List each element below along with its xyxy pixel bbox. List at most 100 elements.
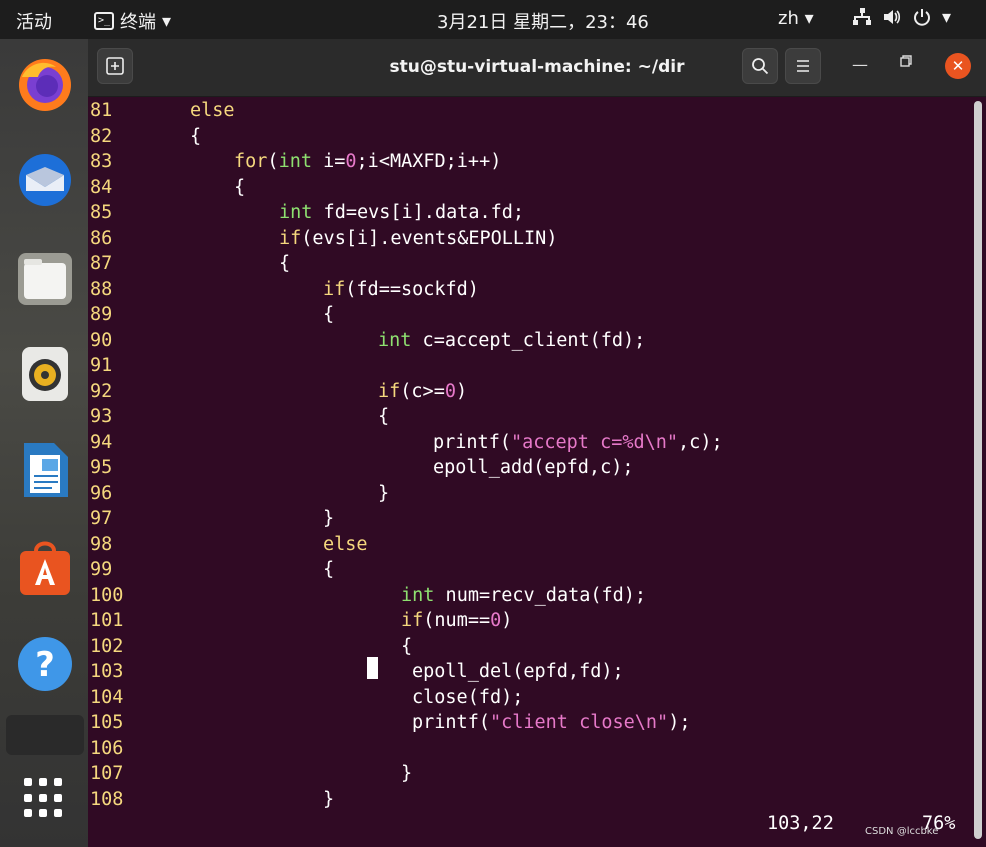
line-number: 87 [90, 253, 113, 274]
terminal-window: stu@stu-virtual-machine: ~/dir — ✕ 81 els… [88, 39, 986, 847]
files-icon[interactable] [16, 249, 74, 307]
line-number: 84 [90, 176, 113, 198]
system-tray[interactable]: ▾ [852, 7, 951, 32]
code-line: 101 if(num==0) [88, 608, 968, 634]
help-icon[interactable]: ? [16, 635, 74, 693]
code-text: if(fd==sockfd) [323, 278, 479, 300]
minimize-button[interactable]: — [852, 55, 868, 74]
code-line: 83 for(int i=0;i<MAXFD;i++) [88, 149, 968, 175]
dock: ? [0, 39, 88, 847]
code-text: for(int i=0;i<MAXFD;i++) [234, 151, 502, 172]
code-line: 99 { [88, 557, 968, 583]
app-menu-label: 终端 [120, 12, 156, 33]
code-line: 92 if(c>=0) [88, 379, 968, 405]
line-number: 100 [90, 584, 124, 606]
code-text: { [323, 559, 335, 580]
code-line: 97} [88, 506, 968, 532]
code-line: 85 int fd=evs[i].data.fd; [88, 200, 968, 226]
line-number: 108 [90, 788, 124, 810]
line-number: 89 [90, 304, 113, 325]
line-number: 104 [90, 686, 124, 708]
code-line: 86 if(evs[i].events&EPOLLIN) [88, 226, 968, 252]
clock[interactable]: 3月21日 星期二，23：46 [437, 8, 649, 34]
line-number: 92 [90, 380, 113, 402]
rhythmbox-icon[interactable] [16, 345, 74, 403]
code-text: epoll_del(epfd,fd); [412, 661, 624, 682]
line-number: 93 [90, 406, 113, 427]
code-line: 100 int num=recv_data(fd); [88, 583, 968, 609]
terminal-icon: >_ [94, 12, 114, 30]
code-line: 84 { [88, 175, 968, 201]
code-line: 88 if(fd==sockfd) [88, 277, 968, 303]
code-line: 96} [88, 481, 968, 507]
code-line: 94 printf("accept c=%d\n",c); [88, 430, 968, 456]
code-text: } [323, 788, 335, 810]
code-line: 102 { [88, 634, 968, 660]
code-line: 104 close(fd); [88, 685, 968, 711]
code-line: 93 { [88, 404, 968, 430]
line-number: 103 [90, 661, 124, 682]
line-number: 83 [90, 151, 113, 172]
code-text: if(num==0) [401, 610, 513, 631]
line-number: 101 [90, 610, 124, 631]
code-text: if(evs[i].events&EPOLLIN) [279, 227, 558, 249]
code-line: 81 else [88, 98, 968, 124]
code-line: 107} [88, 761, 968, 787]
show-applications-icon[interactable] [24, 778, 64, 818]
software-center-icon[interactable] [16, 539, 74, 597]
input-method-indicator[interactable]: zh ▾ [778, 8, 814, 29]
code-line: 103 epoll_del(epfd,fd); [88, 659, 968, 685]
line-number: 96 [90, 482, 113, 504]
line-number: 97 [90, 508, 113, 529]
code-text: int fd=evs[i].data.fd; [279, 202, 525, 223]
app-menu[interactable]: >_ 终端 ▾ [94, 8, 171, 34]
dock-running-indicator [6, 715, 84, 755]
line-number: 90 [90, 329, 113, 351]
line-number: 88 [90, 278, 113, 300]
line-number: 95 [90, 457, 113, 478]
line-number: 105 [90, 712, 124, 733]
title-bar: stu@stu-virtual-machine: ~/dir — ✕ [88, 39, 986, 97]
code-text: else [190, 100, 235, 121]
input-method-label: zh [778, 8, 799, 29]
chevron-down-icon: ▾ [162, 10, 172, 32]
code-line: 90 int c=accept_client(fd); [88, 328, 968, 354]
chevron-down-icon: ▾ [804, 8, 814, 29]
code-line: 105 printf("client close\n"); [88, 710, 968, 736]
code-text: } [378, 482, 390, 504]
line-number: 85 [90, 202, 113, 223]
code-text: { [323, 304, 335, 325]
code-line: 89 { [88, 302, 968, 328]
code-line: 95 epoll_add(epfd,c); [88, 455, 968, 481]
code-text: int c=accept_client(fd); [378, 329, 646, 351]
activities-button[interactable]: 活动 [16, 8, 52, 34]
text-cursor [367, 657, 378, 679]
code-text: else [323, 533, 368, 555]
code-line: 108} [88, 787, 968, 813]
code-text: if(c>=0) [378, 380, 468, 402]
code-text: { [401, 635, 413, 657]
restore-button[interactable] [900, 55, 912, 71]
minimize-icon: — [852, 55, 868, 74]
code-text: printf("accept c=%d\n",c); [433, 431, 723, 453]
terminal-content[interactable]: 81 else 82 {83 for(int i=0;i<MAXFD;i++) 84 {85… [88, 98, 968, 818]
libreoffice-writer-icon[interactable] [16, 441, 74, 499]
line-number: 81 [90, 100, 113, 121]
code-text: { [190, 125, 202, 147]
firefox-icon[interactable] [16, 55, 74, 113]
search-button[interactable] [742, 48, 778, 84]
cursor-position: 103,22 [767, 813, 834, 834]
code-line: 82 { [88, 124, 968, 150]
thunderbird-icon[interactable] [16, 151, 74, 209]
menu-button[interactable] [785, 48, 821, 84]
code-text: close(fd); [412, 686, 524, 708]
code-text: { [279, 253, 291, 274]
code-line: 87 { [88, 251, 968, 277]
code-text: { [234, 176, 246, 198]
search-icon [752, 58, 769, 75]
line-number: 102 [90, 635, 124, 657]
line-number: 82 [90, 125, 113, 147]
line-number: 107 [90, 763, 124, 784]
close-button[interactable]: ✕ [945, 53, 971, 79]
scrollbar[interactable] [974, 101, 982, 839]
